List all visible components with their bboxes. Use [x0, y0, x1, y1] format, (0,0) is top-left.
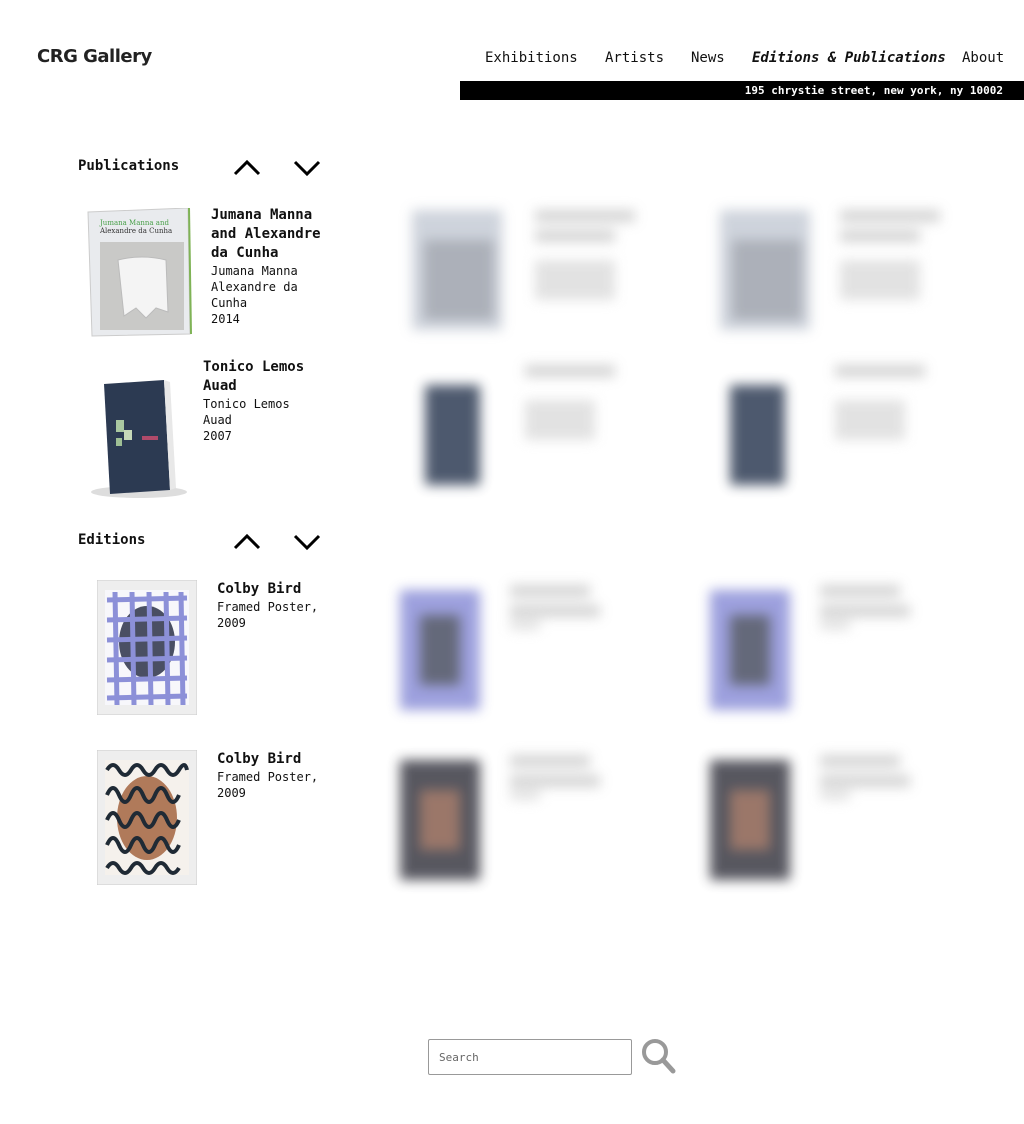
cover-title-line1: Jumana Manna and	[99, 219, 169, 227]
edition-desc-2: Framed Poster, 2009	[217, 770, 319, 800]
publications-down-button[interactable]	[292, 158, 322, 178]
editions-preview-blurred	[390, 575, 950, 890]
nav-exhibitions[interactable]: Exhibitions	[485, 50, 578, 66]
search-input[interactable]	[428, 1039, 632, 1075]
address-bar: 195 chrystie street, new york, ny 10002	[460, 81, 1024, 100]
edition-image-1[interactable]	[96, 579, 198, 716]
publication-cover-1[interactable]: Jumana Manna and Alexandre da Cunha	[86, 207, 192, 338]
edition-desc-1: Framed Poster, 2009	[217, 600, 319, 630]
publication-cover-2[interactable]	[84, 370, 194, 500]
publications-preview-blurred	[400, 200, 960, 500]
chevron-down-icon	[293, 160, 321, 177]
nav-editions-publications[interactable]: Editions & Publications	[752, 50, 946, 66]
search-icon	[642, 1039, 676, 1074]
editions-up-button[interactable]	[232, 532, 262, 552]
edition-image-2[interactable]	[96, 749, 198, 886]
chevron-up-icon	[233, 533, 261, 550]
edition-title-1[interactable]: Colby Bird	[217, 580, 301, 599]
editions-down-button[interactable]	[292, 532, 322, 552]
chevron-down-icon	[293, 534, 321, 551]
nav-news[interactable]: News	[691, 50, 725, 66]
logo[interactable]: CRG Gallery	[37, 46, 152, 67]
nav-about[interactable]: About	[962, 50, 1004, 66]
nav-artists[interactable]: Artists	[605, 50, 664, 66]
publications-up-button[interactable]	[232, 158, 262, 178]
editions-heading: Editions	[78, 532, 146, 548]
search-button[interactable]	[640, 1038, 676, 1074]
publication-year-1: 2014	[211, 312, 240, 326]
publication-artists-2: Tonico Lemos Auad	[203, 397, 290, 427]
publication-title-1[interactable]: Jumana Manna and Alexandre da Cunha	[211, 206, 326, 263]
publication-artists-1: Jumana Manna Alexandre da Cunha	[211, 264, 298, 310]
publications-heading: Publications	[78, 158, 180, 174]
publication-title-2[interactable]: Tonico Lemos Auad	[203, 358, 323, 396]
publication-year-2: 2007	[203, 429, 232, 443]
chevron-up-icon	[233, 159, 261, 176]
edition-title-2[interactable]: Colby Bird	[217, 750, 301, 769]
cover-title-line2: Alexandre da Cunha	[99, 227, 172, 235]
